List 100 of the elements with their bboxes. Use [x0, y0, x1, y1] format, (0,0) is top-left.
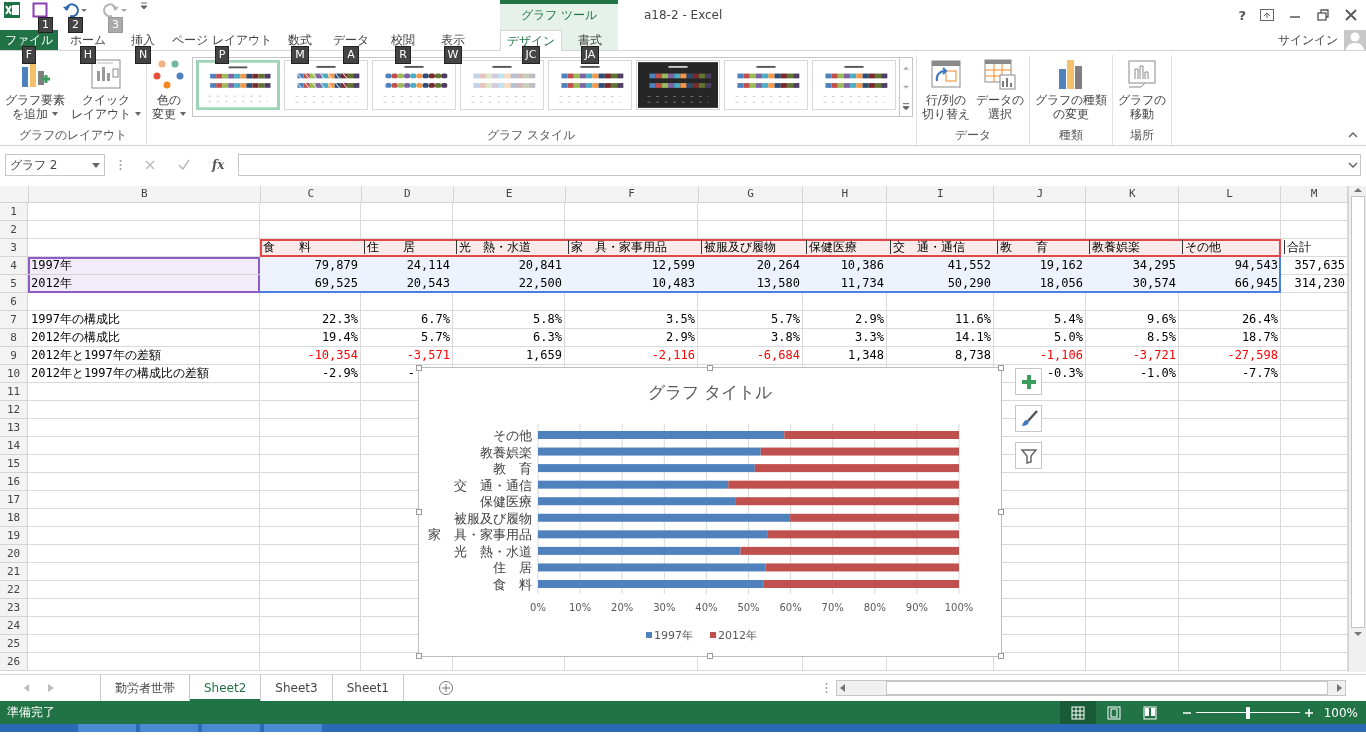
row-header[interactable]: 23 [0, 599, 28, 617]
axis-label: 40% [695, 602, 718, 613]
zoom-in-icon[interactable] [1304, 707, 1314, 718]
table-cell: 8.5% [1086, 329, 1179, 347]
view-button[interactable] [1060, 701, 1096, 724]
resize-handle[interactable] [416, 365, 422, 371]
row-header[interactable]: 3 [0, 239, 28, 257]
row-header[interactable]: 6 [0, 293, 28, 311]
insert-function-button[interactable]: fx [212, 158, 225, 172]
zoom-level[interactable]: 100% [1318, 705, 1358, 720]
category-label: 教養娯楽 [480, 444, 532, 460]
row-header[interactable]: 22 [0, 581, 28, 599]
row-header[interactable]: 16 [0, 473, 28, 491]
column-header[interactable]: L [1179, 186, 1282, 202]
expand-caret-icon[interactable] [1348, 162, 1358, 168]
grid-icon [1071, 705, 1085, 720]
chart-style-thumbnail[interactable] [635, 60, 720, 110]
row-header[interactable]: 12 [0, 401, 28, 419]
row-header[interactable]: 10 [0, 365, 28, 383]
row-header[interactable]: 2 [0, 221, 28, 239]
table-cell: 357,635 [1281, 257, 1348, 275]
axis-label: 80% [863, 602, 886, 613]
column-header[interactable]: H [803, 186, 888, 202]
row-header[interactable]: 24 [0, 617, 28, 635]
chart-side-button[interactable] [1015, 368, 1042, 395]
chart-style-thumbnail[interactable] [723, 60, 808, 110]
sheet-tab[interactable]: Sheet2 [189, 675, 261, 701]
table-cell: 2012年 [28, 275, 260, 293]
sign-in-link[interactable]: サインイン [1278, 31, 1338, 49]
slider-thumb[interactable] [1246, 706, 1250, 719]
row-header[interactable]: 9 [0, 347, 28, 365]
chart-style-thumbnail[interactable] [195, 60, 280, 110]
ribbon-button[interactable]: 行/列の 切り替え [919, 55, 972, 123]
resize-handle[interactable] [416, 653, 422, 659]
column-header[interactable]: C [260, 186, 362, 202]
row-header[interactable]: 1 [0, 203, 28, 221]
row-header[interactable]: 19 [0, 527, 28, 545]
toolbar-button[interactable] [30, 2, 50, 17]
chart[interactable]: グラフ タイトル 0% 10% 20% 30% 40% 50% 60% 70% 80% 90% 100% その他 教養娯楽 教 育 交 通・通信 保健医療 被服及び履物 家 具・家事用品 光 熱・水道 住 居 食 料 1997年 2012年 [418, 367, 1002, 657]
resize-handle[interactable] [707, 365, 713, 371]
column-header[interactable]: E [453, 186, 566, 202]
scroll-down-icon[interactable] [1352, 630, 1363, 638]
row-header[interactable]: 7 [0, 311, 28, 329]
table-cell: 1,659 [453, 347, 565, 365]
row-header[interactable]: 4 [0, 257, 28, 275]
resize-handle[interactable] [707, 653, 713, 659]
ribbon-tab[interactable]: ファイル [0, 30, 58, 50]
axis-label: 10% [569, 602, 592, 613]
help-button[interactable]: ? [1238, 7, 1246, 23]
customize-caret-icon[interactable] [140, 2, 148, 10]
excel-icon[interactable] [4, 2, 20, 18]
chart-style-thumbnail[interactable] [811, 60, 896, 110]
chart-side-button[interactable] [1015, 405, 1042, 432]
row-header[interactable]: 26 [0, 653, 28, 671]
formula-input[interactable] [238, 154, 1361, 176]
resize-handle[interactable] [998, 365, 1004, 371]
ribbon-display-icon[interactable] [1260, 9, 1274, 21]
scroll-up-icon[interactable] [1352, 186, 1363, 194]
chart-layout-icon [88, 57, 123, 91]
column-header[interactable]: B [29, 186, 261, 202]
column-header[interactable]: I [887, 186, 995, 202]
row-header[interactable]: 17 [0, 491, 28, 509]
row-header[interactable]: 20 [0, 545, 28, 563]
row-header[interactable]: 25 [0, 635, 28, 653]
column-header[interactable]: F [565, 186, 699, 202]
chart-style-thumbnail[interactable] [371, 60, 456, 110]
ribbon-tab[interactable]: デザイン [500, 30, 562, 51]
chart-style-thumbnail[interactable] [283, 60, 368, 110]
column-header[interactable]: G [698, 186, 804, 202]
column-header[interactable]: J [994, 186, 1087, 202]
row-header[interactable]: 8 [0, 329, 28, 347]
vertical-scrollbar[interactable] [1348, 186, 1366, 672]
column-header[interactable]: D [361, 186, 454, 202]
row-header[interactable]: 13 [0, 419, 28, 437]
row-header[interactable]: 11 [0, 383, 28, 401]
status-text: 準備完了 [7, 704, 55, 721]
resize-handle[interactable] [416, 509, 422, 515]
check-icon[interactable] [178, 159, 190, 171]
chart-side-button[interactable] [1015, 442, 1042, 469]
name-box[interactable]: グラフ 2 [5, 154, 105, 176]
ribbon-button[interactable]: グラフの種類 の変更 [1032, 55, 1109, 123]
ribbon-button[interactable]: グラフの 移動 [1115, 55, 1168, 123]
close-icon[interactable] [1344, 9, 1358, 21]
column-header[interactable]: K [1086, 186, 1180, 202]
chart-style-thumbnail[interactable] [459, 60, 544, 110]
row-header[interactable]: 15 [0, 455, 28, 473]
chart-style-thumbnail[interactable] [547, 60, 632, 110]
row-header[interactable]: 18 [0, 509, 28, 527]
row-header[interactable]: 21 [0, 563, 28, 581]
ribbon-button[interactable]: 色の 変更 [149, 55, 188, 123]
table-cell: 19,162 [994, 257, 1086, 275]
ribbon-button[interactable]: データの 選択 [973, 55, 1026, 123]
collapse-ribbon-icon[interactable] [1348, 131, 1358, 139]
row-header[interactable]: 14 [0, 437, 28, 455]
horizontal-scrollbar[interactable] [836, 680, 1346, 696]
restore-icon[interactable] [1316, 9, 1330, 21]
row-header[interactable]: 5 [0, 275, 28, 293]
resize-handle[interactable] [998, 653, 1004, 659]
category-label: 被服及び履物 [454, 510, 532, 526]
resize-handle[interactable] [998, 509, 1004, 515]
